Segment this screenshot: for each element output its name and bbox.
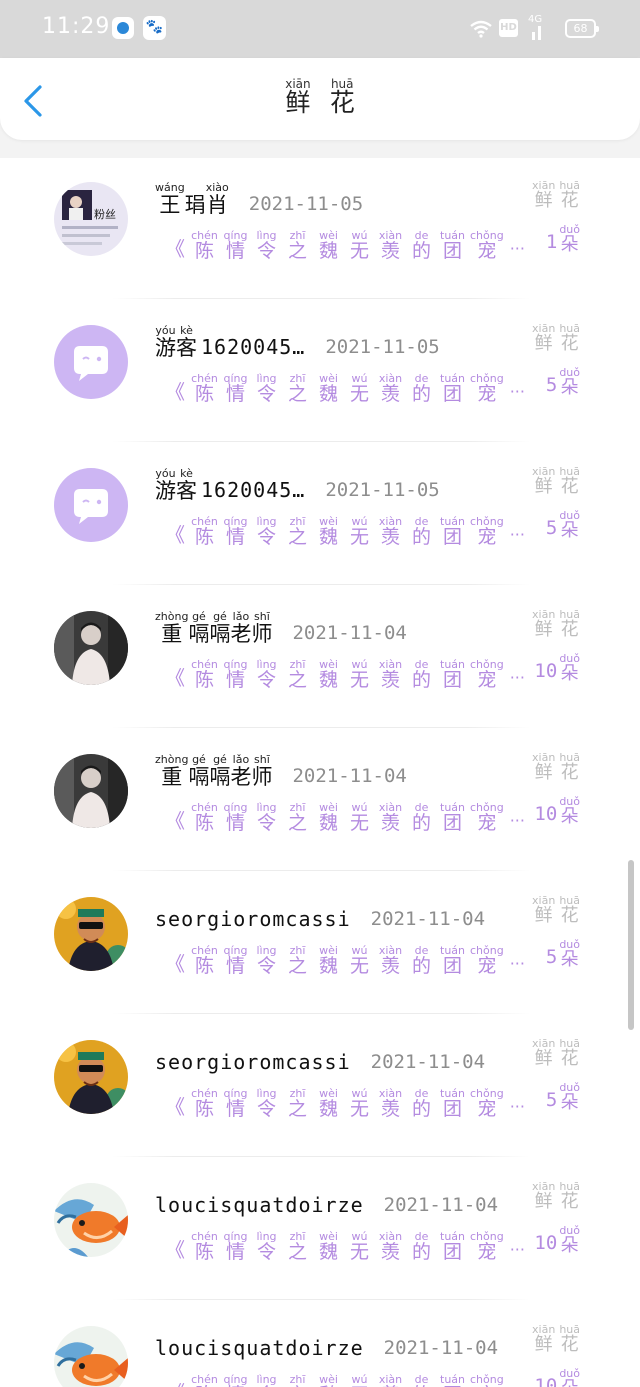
flower-record-item[interactable]: yóu 游 kè 客 1620045… 2021-11-05 《 chén 陈 qíng 情 lìng… — [0, 301, 640, 444]
sender-name: seorgioromcassi — [155, 1050, 351, 1074]
divider — [112, 1013, 530, 1014]
sender-name: zhòng 重 gé 嗝 gé 嗝 lǎo 老 shī 师 — [155, 609, 273, 646]
divider — [112, 1156, 530, 1157]
divider — [112, 727, 530, 728]
flower-record-item[interactable]: zhòng 重 gé 嗝 gé 嗝 lǎo 老 shī 师 2021-11-04 《 chén 陈 qíng… — [0, 730, 640, 873]
divider — [112, 870, 530, 871]
user-avatar[interactable] — [54, 754, 128, 828]
user-avatar[interactable] — [54, 897, 128, 971]
gift-target-title: 《chén陈qíng情lìng令zhī之wèi魏wú无xiàn羡de的tuán团… — [165, 944, 525, 978]
flower-label: xiān 鲜 huā 花 — [532, 1037, 580, 1069]
flower-count: 10duǒ朵 — [534, 652, 580, 684]
flower-record-list[interactable]: 粉丝 wáng 王 琄 xiào 肖 2021-11-05 《 chén 陈 qíng 情 lìng 令… — [0, 158, 640, 1387]
gift-date: 2021-11-04 — [370, 1051, 486, 1073]
baidu-app-icon: 🐾 — [143, 16, 166, 40]
flower-record-item[interactable]: seorgioromcassi 2021-11-04 《 chén 陈 qíng 情 lìng… — [0, 873, 640, 1016]
sender-name: zhòng 重 gé 嗝 gé 嗝 lǎo 老 shī 师 — [155, 752, 273, 789]
name-date-row: seorgioromcassi 2021-11-04 — [155, 1034, 485, 1074]
flower-count: 5 duǒ 朵 — [545, 938, 580, 970]
user-avatar[interactable] — [54, 1183, 128, 1257]
user-avatar[interactable] — [54, 1040, 128, 1114]
user-avatar[interactable] — [54, 611, 128, 685]
flower-label: xiān 鲜 huā 花 — [532, 322, 580, 354]
hd-badge: HD — [499, 19, 518, 37]
flower-count: 10duǒ朵 — [534, 795, 580, 827]
sender-name: yóu 游 kè 客 1620045… — [155, 323, 306, 360]
sender-name: loucisquatdoirze — [155, 1193, 364, 1217]
name-date-row: yóu 游 kè 客 1620045… 2021-11-05 — [155, 462, 440, 502]
gift-target-title: 《chén陈qíng情lìng令zhī之wèi魏wú无xiàn羡de的tuán团… — [165, 229, 525, 263]
name-date-row: wáng 王 琄 xiào 肖 2021-11-05 — [155, 176, 363, 216]
sender-name: wáng 王 琄 xiào 肖 — [155, 180, 229, 217]
battery-icon: 68 — [565, 19, 599, 38]
nav-bar: xiān 鲜 huā 花 — [0, 58, 640, 140]
flower-count: 5 duǒ 朵 — [545, 1081, 580, 1113]
flower-count: 5 duǒ 朵 — [545, 509, 580, 541]
gift-date: 2021-11-04 — [370, 908, 486, 930]
status-time: 11:29 — [42, 14, 111, 39]
user-avatar[interactable] — [54, 325, 128, 399]
flower-label: xiān 鲜 huā 花 — [532, 1323, 580, 1355]
gift-target-title: 《chén陈qíng情lìng令zhī之wèi魏wú无xiàn羡de的tuán团… — [165, 1230, 525, 1264]
gift-target-title: 《chén陈qíng情lìng令zhī之wèi魏wú无xiàn羡de的tuán团… — [165, 801, 525, 835]
svg-text:粉丝: 粉丝 — [94, 208, 116, 221]
flower-label: xiān 鲜 huā 花 — [532, 465, 580, 497]
user-avatar[interactable] — [54, 1326, 128, 1387]
cell-signal-icon: 4G — [528, 14, 546, 40]
flower-count: 10duǒ朵 — [534, 1224, 580, 1256]
flower-label: xiān 鲜 huā 花 — [532, 751, 580, 783]
flower-record-item[interactable]: zhòng 重 gé 嗝 gé 嗝 lǎo 老 shī 师 2021-11-04 《 chén 陈 qíng… — [0, 587, 640, 730]
name-date-row: zhòng 重 gé 嗝 gé 嗝 lǎo 老 shī 师 2021-11-04 — [155, 748, 407, 788]
gift-target-title: 《chén陈qíng情lìng令zhī之wèi魏wú无xiàn羡de的tuán团… — [165, 515, 525, 549]
sender-name: seorgioromcassi — [155, 907, 351, 931]
page-title: xiān 鲜 huā 花 — [285, 77, 355, 117]
flower-count: 10duǒ朵 — [534, 1367, 580, 1387]
flower-record-item[interactable]: 粉丝 wáng 王 琄 xiào 肖 2021-11-05 《 chén 陈 qíng 情 lìng 令… — [0, 158, 640, 301]
flower-count: 5 duǒ 朵 — [545, 366, 580, 398]
name-date-row: loucisquatdoirze 2021-11-04 — [155, 1177, 498, 1217]
flower-label: xiān 鲜 huā 花 — [532, 1180, 580, 1212]
flower-count: 1 duǒ 朵 — [545, 223, 580, 255]
flower-record-item[interactable]: yóu 游 kè 客 1620045… 2021-11-05 《 chén 陈 qíng 情 lìng… — [0, 444, 640, 587]
sender-name: yóu 游 kè 客 1620045… — [155, 466, 306, 503]
flower-label: xiān 鲜 huā 花 — [532, 608, 580, 640]
gift-date: 2021-11-04 — [383, 1194, 499, 1216]
name-date-row: seorgioromcassi 2021-11-04 — [155, 891, 485, 931]
user-avatar[interactable] — [54, 468, 128, 542]
gift-target-title: 《chén陈qíng情lìng令zhī之wèi魏wú无xiàn羡de的tuán团… — [165, 1087, 525, 1121]
gift-date: 2021-11-04 — [292, 765, 407, 787]
browser-app-icon — [112, 17, 134, 39]
divider — [112, 298, 530, 299]
name-date-row: zhòng 重 gé 嗝 gé 嗝 lǎo 老 shī 师 2021-11-04 — [155, 605, 407, 645]
user-avatar[interactable]: 粉丝 — [54, 182, 128, 256]
scrollbar[interactable] — [628, 860, 634, 1030]
divider — [112, 441, 530, 442]
gift-date: 2021-11-04 — [383, 1337, 499, 1359]
flower-record-item[interactable]: loucisquatdoirze 2021-11-04 《chén陈qíng情lìn… — [0, 1302, 640, 1387]
wifi-icon — [470, 20, 492, 38]
gift-target-title: 《chén陈qíng情lìng令zhī之wèi魏wú无xiàn羡de的tuán团… — [165, 1373, 525, 1387]
gift-target-title: 《chén陈qíng情lìng令zhī之wèi魏wú无xiàn羡de的tuán团… — [165, 372, 525, 406]
sender-name: loucisquatdoirze — [155, 1336, 364, 1360]
name-date-row: yóu 游 kè 客 1620045… 2021-11-05 — [155, 319, 440, 359]
status-bar: 11:29 🐾 HD 4G 68 — [0, 0, 640, 58]
gift-date: 2021-11-05 — [325, 479, 440, 501]
gift-date: 2021-11-04 — [292, 622, 407, 644]
flower-label: xiān 鲜 huā 花 — [532, 179, 580, 211]
flower-record-item[interactable]: loucisquatdoirze 2021-11-04 《chén陈qíng情lìn… — [0, 1159, 640, 1302]
gift-target-title: 《chén陈qíng情lìng令zhī之wèi魏wú无xiàn羡de的tuán团… — [165, 658, 525, 692]
name-date-row: loucisquatdoirze 2021-11-04 — [155, 1320, 498, 1360]
network-type: 4G — [528, 14, 543, 25]
flower-label: xiān 鲜 huā 花 — [532, 894, 580, 926]
gift-date: 2021-11-05 — [248, 193, 364, 215]
divider — [112, 584, 530, 585]
gift-date: 2021-11-05 — [325, 336, 440, 358]
divider — [112, 1299, 530, 1300]
flower-record-item[interactable]: seorgioromcassi 2021-11-04 《 chén 陈 qíng 情 lìng… — [0, 1016, 640, 1159]
